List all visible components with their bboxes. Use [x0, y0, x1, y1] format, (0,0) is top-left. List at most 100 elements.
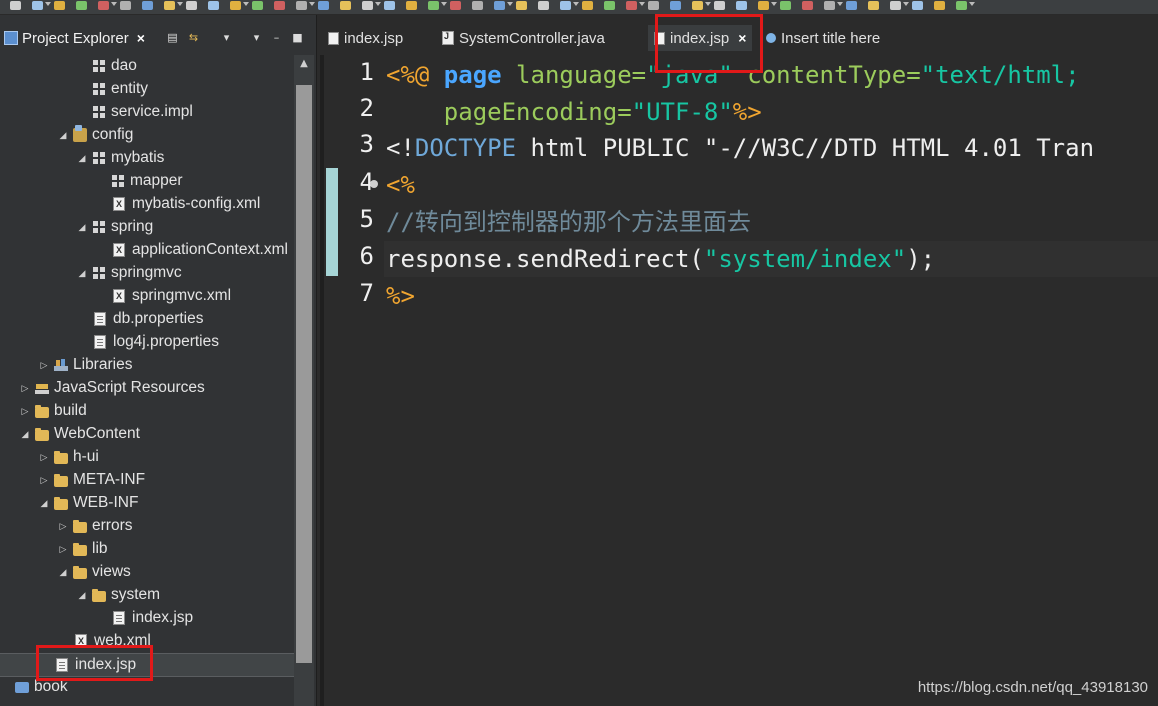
toolbar-button-icon[interactable] — [758, 1, 769, 10]
tree-item[interactable]: Xmybatis-config.xml — [0, 193, 294, 215]
toolbar-button-icon[interactable] — [934, 1, 945, 10]
chevron-down-icon[interactable] — [969, 2, 975, 6]
tree-item[interactable]: index.jsp — [0, 607, 294, 629]
tree-item[interactable]: ◢ springmvc — [0, 262, 294, 284]
toolbar-button-icon[interactable] — [164, 1, 175, 10]
collapsed-twisty-icon[interactable]: ▷ — [39, 360, 49, 370]
chevron-down-icon[interactable] — [771, 2, 777, 6]
chevron-down-icon[interactable] — [177, 2, 183, 6]
tree-item[interactable]: ◢ spring — [0, 216, 294, 238]
minimize-icon[interactable]: – — [270, 32, 283, 43]
chevron-down-icon[interactable] — [375, 2, 381, 6]
toolbar-button-icon[interactable] — [428, 1, 439, 10]
expanded-twisty-icon[interactable]: ◢ — [77, 153, 87, 163]
toolbar-button-icon[interactable] — [956, 1, 967, 10]
toolbar-button-icon[interactable] — [824, 1, 835, 10]
toolbar-button-icon[interactable] — [538, 1, 549, 10]
expanded-twisty-icon[interactable]: ◢ — [20, 429, 30, 439]
toolbar-button-icon[interactable] — [560, 1, 571, 10]
toolbar-button-icon[interactable] — [450, 1, 461, 10]
tree-item[interactable]: dao — [0, 55, 294, 77]
toolbar-button-icon[interactable] — [472, 1, 483, 10]
tree-item[interactable]: ◢ WEB-INF — [0, 492, 294, 514]
toolbar-button-icon[interactable] — [98, 1, 109, 10]
chevron-down-icon[interactable] — [111, 2, 117, 6]
tab-system-controller[interactable]: SystemController.java — [442, 25, 605, 51]
tree-item[interactable]: ◢ config — [0, 124, 294, 146]
toolbar-button-icon[interactable] — [406, 1, 417, 10]
tree-item[interactable]: ◢ mybatis — [0, 147, 294, 169]
toolbar-button-icon[interactable] — [296, 1, 307, 10]
tree-item[interactable]: ▷ lib — [0, 538, 294, 560]
chevron-down-icon[interactable]: ▾ — [250, 32, 263, 43]
expanded-twisty-icon[interactable]: ◢ — [58, 130, 68, 140]
tree-item[interactable]: XapplicationContext.xml — [0, 239, 294, 261]
chevron-down-icon[interactable] — [309, 2, 315, 6]
toolbar-button-icon[interactable] — [890, 1, 901, 10]
tree-item[interactable]: ◢ WebContent — [0, 423, 294, 445]
toolbar-button-icon[interactable] — [186, 1, 197, 10]
chevron-down-icon[interactable] — [705, 2, 711, 6]
toolbar-button-icon[interactable] — [802, 1, 813, 10]
toolbar-button-icon[interactable] — [780, 1, 791, 10]
toolbar-button-icon[interactable] — [340, 1, 351, 10]
tree-item[interactable]: ▷ META-INF — [0, 469, 294, 491]
project-explorer-tab[interactable]: Project Explorer × — [0, 26, 149, 50]
chevron-down-icon[interactable] — [507, 2, 513, 6]
chevron-down-icon[interactable] — [639, 2, 645, 6]
chevron-down-icon[interactable] — [243, 2, 249, 6]
toolbar-button-icon[interactable] — [626, 1, 637, 10]
toolbar-button-icon[interactable] — [494, 1, 505, 10]
chevron-down-icon[interactable] — [441, 2, 447, 6]
toolbar-button-icon[interactable] — [516, 1, 527, 10]
toolbar-button-icon[interactable] — [76, 1, 87, 10]
toolbar-button-icon[interactable] — [604, 1, 615, 10]
chevron-down-icon[interactable] — [45, 2, 51, 6]
chevron-down-icon[interactable] — [837, 2, 843, 6]
collapsed-twisty-icon[interactable]: ▷ — [58, 544, 68, 554]
view-menu-icon[interactable]: ▾ — [220, 32, 233, 43]
expanded-twisty-icon[interactable]: ◢ — [77, 268, 87, 278]
collapsed-twisty-icon[interactable]: ▷ — [39, 475, 49, 485]
tree-item[interactable]: mapper — [0, 170, 294, 192]
toolbar-button-icon[interactable] — [648, 1, 659, 10]
toolbar-button-icon[interactable] — [714, 1, 725, 10]
link-with-editor-icon[interactable]: ⇆ — [187, 32, 200, 43]
toolbar-button-icon[interactable] — [868, 1, 879, 10]
collapsed-twisty-icon[interactable]: ▷ — [20, 383, 30, 393]
chevron-down-icon[interactable] — [573, 2, 579, 6]
toolbar-button-icon[interactable] — [736, 1, 747, 10]
fold-icon[interactable] — [370, 180, 378, 188]
toolbar-button-icon[interactable] — [230, 1, 241, 10]
tree-item[interactable]: entity — [0, 78, 294, 100]
toolbar-button-icon[interactable] — [10, 1, 21, 10]
collapse-all-icon[interactable]: ▤ — [166, 32, 179, 43]
expanded-twisty-icon[interactable]: ◢ — [77, 222, 87, 232]
toolbar-button-icon[interactable] — [384, 1, 395, 10]
tree-item[interactable]: ▷ build — [0, 400, 294, 422]
maximize-icon[interactable]: ■ — [291, 32, 304, 43]
toolbar-button-icon[interactable] — [274, 1, 285, 10]
toolbar-button-icon[interactable] — [670, 1, 681, 10]
toolbar-button-icon[interactable] — [120, 1, 131, 10]
expanded-twisty-icon[interactable]: ◢ — [39, 498, 49, 508]
tree-item[interactable]: ▷ errors — [0, 515, 294, 537]
toolbar-button-icon[interactable] — [846, 1, 857, 10]
chevron-down-icon[interactable] — [903, 2, 909, 6]
tree-item[interactable]: ▷ h-ui — [0, 446, 294, 468]
close-icon[interactable]: × — [137, 30, 145, 46]
toolbar-button-icon[interactable] — [318, 1, 329, 10]
tree-item[interactable]: service.impl — [0, 101, 294, 123]
tree-item[interactable]: ▷ JavaScript Resources — [0, 377, 294, 399]
tree-item[interactable]: db.properties — [0, 308, 294, 330]
toolbar-button-icon[interactable] — [692, 1, 703, 10]
toolbar-button-icon[interactable] — [142, 1, 153, 10]
tree-item[interactable]: ◢ views — [0, 561, 294, 583]
toolbar-button-icon[interactable] — [362, 1, 373, 10]
tab-index-jsp-1[interactable]: index.jsp — [328, 25, 403, 51]
tree-item[interactable]: Xspringmvc.xml — [0, 285, 294, 307]
tree-item[interactable]: ◢ system — [0, 584, 294, 606]
expanded-twisty-icon[interactable]: ◢ — [77, 590, 87, 600]
scroll-up-icon[interactable]: ▲ — [294, 55, 314, 73]
collapsed-twisty-icon[interactable]: ▷ — [39, 452, 49, 462]
